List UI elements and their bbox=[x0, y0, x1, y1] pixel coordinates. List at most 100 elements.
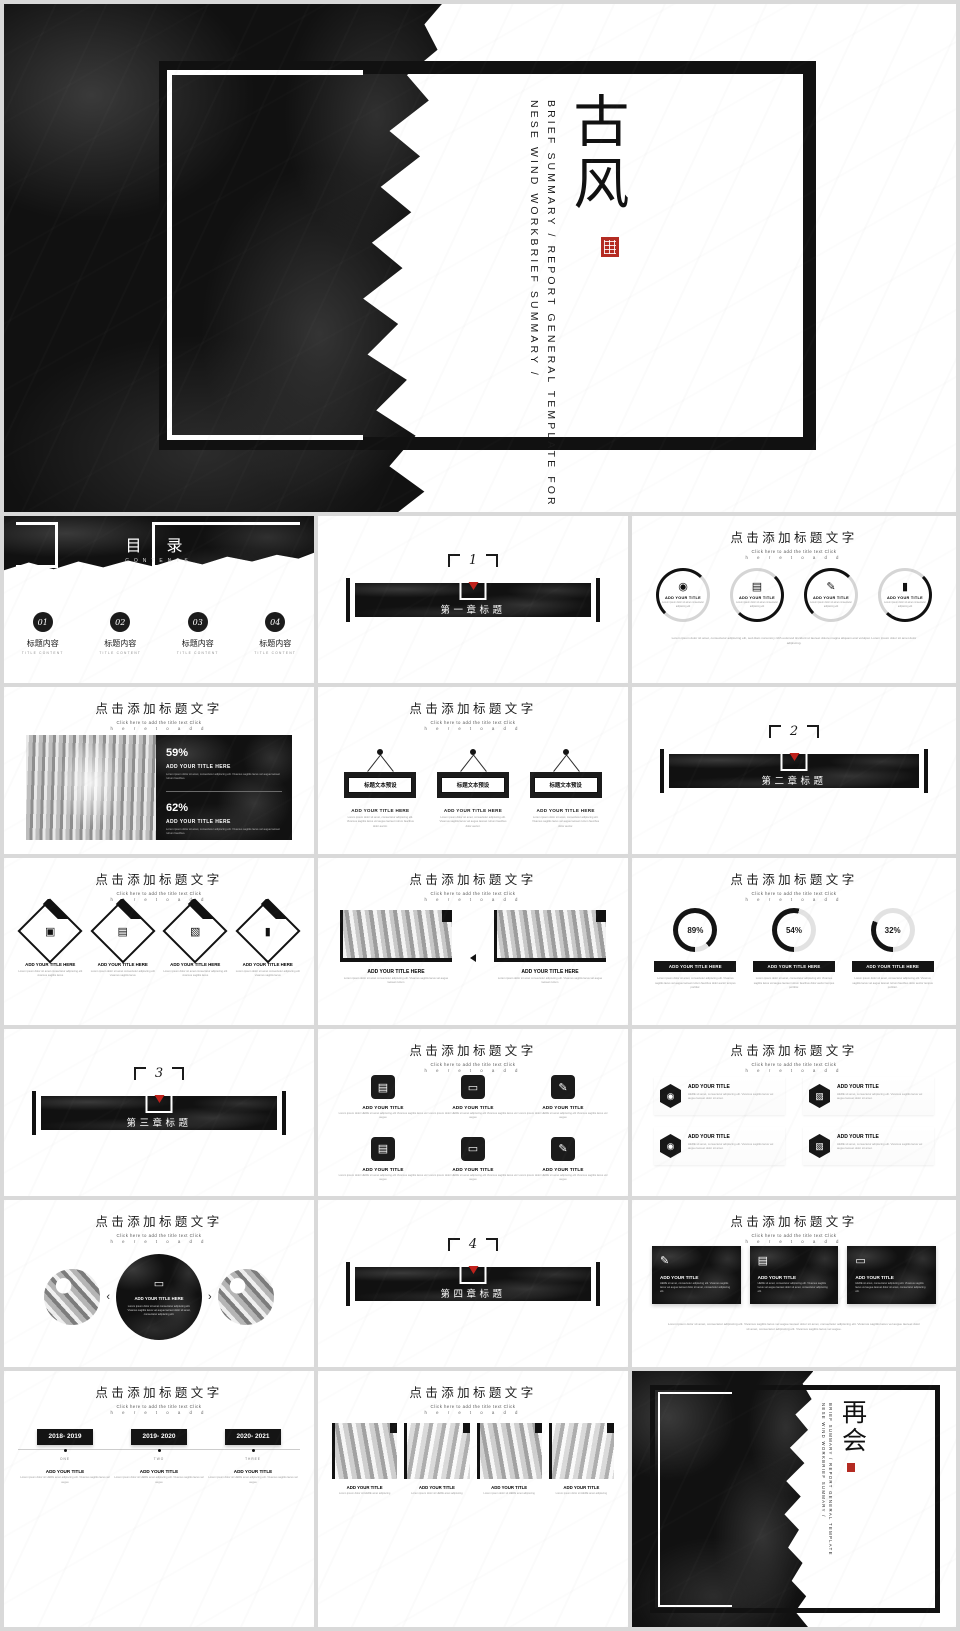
gallery-desc: Lorem ipsum dolor sit HERE amet adipisci… bbox=[338, 1492, 391, 1495]
donut-value: 32% bbox=[875, 913, 910, 947]
donut-item[interactable]: 32% ADD YOUR TITLE HERE Lorem ipsum dolo… bbox=[851, 908, 934, 991]
slide-chapter-2-divider[interactable]: 第二章标题 2 bbox=[632, 687, 956, 854]
slide-diamond-icons[interactable]: 点击添加标题文字 Click here to add the title tex… bbox=[4, 858, 314, 1025]
hanging-tag-item[interactable]: 标题文本预设 ADD YOUR TITLE HERE Lorem ipsum d… bbox=[344, 749, 417, 829]
slide-image-compare[interactable]: 点击添加标题文字 Click here to add the title tex… bbox=[318, 858, 628, 1025]
slide-four-circles[interactable]: 点击添加标题文字 Click here to add the title tex… bbox=[632, 516, 956, 683]
slide-cover[interactable]: 古风 BRIEF SUMMARY / REPORT GENERAL TEMPLA… bbox=[4, 4, 956, 512]
toc-item[interactable]: 04 标题内容 TITLE CONTENT bbox=[237, 612, 315, 655]
search-target-icon: ◉ bbox=[678, 581, 688, 594]
hexagon-title: ADD YOUR TITLE bbox=[837, 1134, 879, 1140]
toc-item-number: 03 bbox=[187, 612, 208, 632]
dark-card[interactable]: ✎ ADD YOUR TITLE HERE sit amet, consecte… bbox=[652, 1246, 741, 1304]
donut-item[interactable]: 89% ADD YOUR TITLE HERE Lorem ipsum dolo… bbox=[654, 908, 737, 991]
diamond-item[interactable]: ▧ ADD YOUR TITLE HERE Lorem ipsum dolor … bbox=[161, 898, 229, 979]
icon-grid-item[interactable]: ▤ ADD YOUR TITLE Lorem ipsum dolor HERE … bbox=[338, 1136, 428, 1183]
slide-carousel[interactable]: 点击添加标题文字 Click here to add the title tex… bbox=[4, 1200, 314, 1367]
header-subtitle-en2: h e r e t o a d d bbox=[424, 726, 522, 731]
icon-grid-item[interactable]: ▭ ADD YOUR TITLE Lorem ipsum dolor HERE … bbox=[428, 1136, 518, 1183]
compare-item[interactable]: ADD YOUR TITLE HERE Lorem ipsum dolor si… bbox=[340, 910, 452, 986]
header-title-cn: 点击添加标题文字 bbox=[95, 1214, 223, 1229]
chapter-number-bracket: 2 bbox=[769, 724, 819, 771]
toc-item[interactable]: 03 标题内容 TITLE CONTENT bbox=[159, 612, 237, 655]
circle-item[interactable]: ▤ ADD YOUR TITLE Lorem ipsum dolor sit a… bbox=[730, 568, 784, 622]
circle-item[interactable]: ◉ ADD YOUR TITLE Lorem ipsum dolor sit a… bbox=[656, 568, 710, 622]
circle-item-title: ADD YOUR TITLE bbox=[739, 596, 775, 601]
gallery-item[interactable]: ADD YOUR TITLE Lorem ipsum dolor sit HER… bbox=[404, 1423, 470, 1496]
dark-card[interactable]: ▤ ADD YOUR TITLE HERE sit amet, consecte… bbox=[749, 1246, 839, 1304]
header-subtitle-en2: h e r e t o a d d bbox=[110, 726, 208, 731]
slide-chapter-3-divider[interactable]: 第三章标题 3 bbox=[4, 1029, 314, 1196]
diamond-item[interactable]: ▮ ADD YOUR TITLE HERE Lorem ipsum dolor … bbox=[234, 898, 302, 979]
icon-grid-desc: Lorem ipsum dolor HERE sit amet adipisci… bbox=[518, 1173, 608, 1181]
toc-item[interactable]: 01 标题内容 TITLE CONTENT bbox=[4, 612, 82, 655]
inbox-icon: ▧ bbox=[809, 1134, 830, 1158]
slide-hexagon-list[interactable]: 点击添加标题文字 Click here to add the title tex… bbox=[632, 1029, 956, 1196]
toc-item[interactable]: 02 标题内容 TITLE CONTENT bbox=[82, 612, 160, 655]
icon-grid-title: ADD YOUR TITLE bbox=[452, 1166, 494, 1172]
donut-label: ADD YOUR TITLE HERE bbox=[752, 961, 835, 972]
edit-document-icon: ✎ bbox=[551, 1075, 575, 1099]
header-title-cn: 点击添加标题文字 bbox=[409, 1385, 537, 1400]
gallery-desc: Lorem ipsum dolor sit HERE amet adipisci… bbox=[411, 1492, 463, 1495]
slide-table-of-contents[interactable]: 目 录 CONTENTS 01 标题内容 TITLE CONTENT 02 标题… bbox=[4, 516, 314, 683]
diamond-item[interactable]: ▤ ADD YOUR TITLE HERE Lorem ipsum dolor … bbox=[89, 898, 157, 979]
carousel-prev-button[interactable]: ‹ bbox=[106, 1291, 110, 1303]
slide-image-stats[interactable]: 点击添加标题文字 Click here to add the title tex… bbox=[4, 687, 314, 854]
icon-grid-title: ADD YOUR TITLE bbox=[362, 1166, 404, 1172]
icon-grid-item[interactable]: ▭ ADD YOUR TITLE Lorem ipsum dolor HERE … bbox=[428, 1075, 518, 1121]
red-seal-stamp-icon bbox=[601, 237, 619, 257]
timeline-desc: Lorem ipsum dolor sit HERE amet adipisci… bbox=[208, 1476, 298, 1484]
header-subtitle-en1: Click here to add the title text Click bbox=[430, 1403, 516, 1409]
icon-grid-item[interactable]: ▤ ADD YOUR TITLE Lorem ipsum dolor HERE … bbox=[338, 1075, 428, 1121]
hanging-tag-item[interactable]: 标题文本预设 ADD YOUR TITLE HERE Lorem ipsum d… bbox=[529, 749, 602, 829]
slide-hanging-tags[interactable]: 点击添加标题文字 Click here to add the title tex… bbox=[318, 687, 628, 854]
slide-chapter-4-divider[interactable]: 第四章标题 4 bbox=[318, 1200, 628, 1367]
timeline-item[interactable]: 2019- 2020 TWO ADD YOUR TITLE Lorem ipsu… bbox=[112, 1425, 206, 1485]
icon-grid-item[interactable]: ✎ ADD YOUR TITLE Lorem ipsum dolor HERE … bbox=[518, 1136, 608, 1183]
edit-document-icon: ✎ bbox=[826, 581, 836, 594]
bar-chart-icon: ▮ bbox=[901, 581, 909, 594]
carousel-desc: Lorem ipsum dolor sit amet consectetur a… bbox=[127, 1304, 191, 1316]
circle-item[interactable]: ✎ ADD YOUR TITLE Lorem ipsum dolor sit a… bbox=[804, 568, 858, 622]
carousel-center-card[interactable]: ▭ ADD YOUR TITLE HERE Lorem ipsum dolor … bbox=[116, 1254, 202, 1340]
hexagon-item[interactable]: ▧ ADD YOUR TITLE HERE sit amet, consecte… bbox=[803, 1127, 934, 1165]
slide-chapter-1-divider[interactable]: 第一章标题 1 bbox=[318, 516, 628, 683]
slide-gallery[interactable]: 点击添加标题文字 Click here to add the title tex… bbox=[318, 1371, 628, 1627]
dark-card[interactable]: ▭ ADD YOUR TITLE HERE sit amet, consecte… bbox=[847, 1246, 937, 1304]
rope-lines bbox=[344, 754, 416, 772]
diamond-item[interactable]: ▣ ADD YOUR TITLE HERE Lorem ipsum dolor … bbox=[16, 898, 84, 979]
slide-ending[interactable]: 再会 BRIEF SUMMARY / REPORT GENERAL TEMPLA… bbox=[632, 1371, 956, 1627]
icon-grid-item[interactable]: ✎ ADD YOUR TITLE Lorem ipsum dolor HERE … bbox=[518, 1075, 608, 1121]
header-title-cn: 点击添加标题文字 bbox=[409, 701, 537, 716]
hexagon-desc: HERE sit amet, consectetur adipiscing el… bbox=[688, 1092, 774, 1101]
hexagon-item[interactable]: ▧ ADD YOUR TITLE HERE sit amet, consecte… bbox=[803, 1077, 934, 1115]
hanging-tag-item[interactable]: 标题文本预设 ADD YOUR TITLE HERE Lorem ipsum d… bbox=[436, 749, 509, 829]
gallery-item[interactable]: ADD YOUR TITLE Lorem ipsum dolor sit HER… bbox=[332, 1423, 398, 1496]
donut-item[interactable]: 54% ADD YOUR TITLE HERE Lorem ipsum dolo… bbox=[752, 908, 835, 991]
header-title-cn: 点击添加标题文字 bbox=[95, 1385, 223, 1400]
slide-icon-grid[interactable]: 点击添加标题文字 Click here to add the title tex… bbox=[318, 1029, 628, 1196]
slide-dark-cards[interactable]: 点击添加标题文字 Click here to add the title tex… bbox=[632, 1200, 956, 1367]
sailboat-photo-right[interactable] bbox=[217, 1269, 274, 1325]
circle-item[interactable]: ▮ ADD YOUR TITLE Lorem ipsum dolor sit a… bbox=[878, 568, 932, 622]
slide-timeline[interactable]: 点击添加标题文字 Click here to add the title tex… bbox=[4, 1371, 314, 1627]
hexagon-item[interactable]: ◉ ADD YOUR TITLE HERE sit amet, consecte… bbox=[654, 1077, 785, 1115]
compare-item[interactable]: ADD YOUR TITLE HERE Lorem ipsum dolor si… bbox=[494, 910, 606, 986]
timeline-item[interactable]: 2018- 2019 ONE ADD YOUR TITLE Lorem ipsu… bbox=[18, 1425, 112, 1485]
carousel-next-button[interactable]: › bbox=[208, 1291, 212, 1303]
slide-donut-charts[interactable]: 点击添加标题文字 Click here to add the title tex… bbox=[632, 858, 956, 1025]
gallery-item[interactable]: ADD YOUR TITLE Lorem ipsum dolor sit HER… bbox=[476, 1423, 543, 1496]
timeline-item[interactable]: 2020- 2021 THREE ADD YOUR TITLE Lorem ip… bbox=[206, 1425, 300, 1485]
sailboat-photo-left[interactable] bbox=[44, 1269, 101, 1325]
header-title-cn: 点击添加标题文字 bbox=[730, 1043, 858, 1058]
circles-footer-text: Lorem ipsum dolor sit amet, consectetur … bbox=[671, 636, 917, 646]
header-subtitle-en1: Click here to add the title text Click bbox=[116, 890, 202, 896]
hexagon-item[interactable]: ◉ ADD YOUR TITLE HERE sit amet, consecte… bbox=[654, 1127, 785, 1165]
header-title-cn: 点击添加标题文字 bbox=[730, 872, 858, 887]
left-arrow-icon bbox=[470, 953, 476, 962]
toc-item-label-cn: 标题内容 bbox=[181, 639, 214, 648]
toc-item-number: 02 bbox=[110, 612, 131, 632]
tag-title: ADD YOUR TITLE HERE bbox=[443, 808, 503, 813]
gallery-item[interactable]: ADD YOUR TITLE Lorem ipsum dolor sit HER… bbox=[548, 1423, 615, 1496]
